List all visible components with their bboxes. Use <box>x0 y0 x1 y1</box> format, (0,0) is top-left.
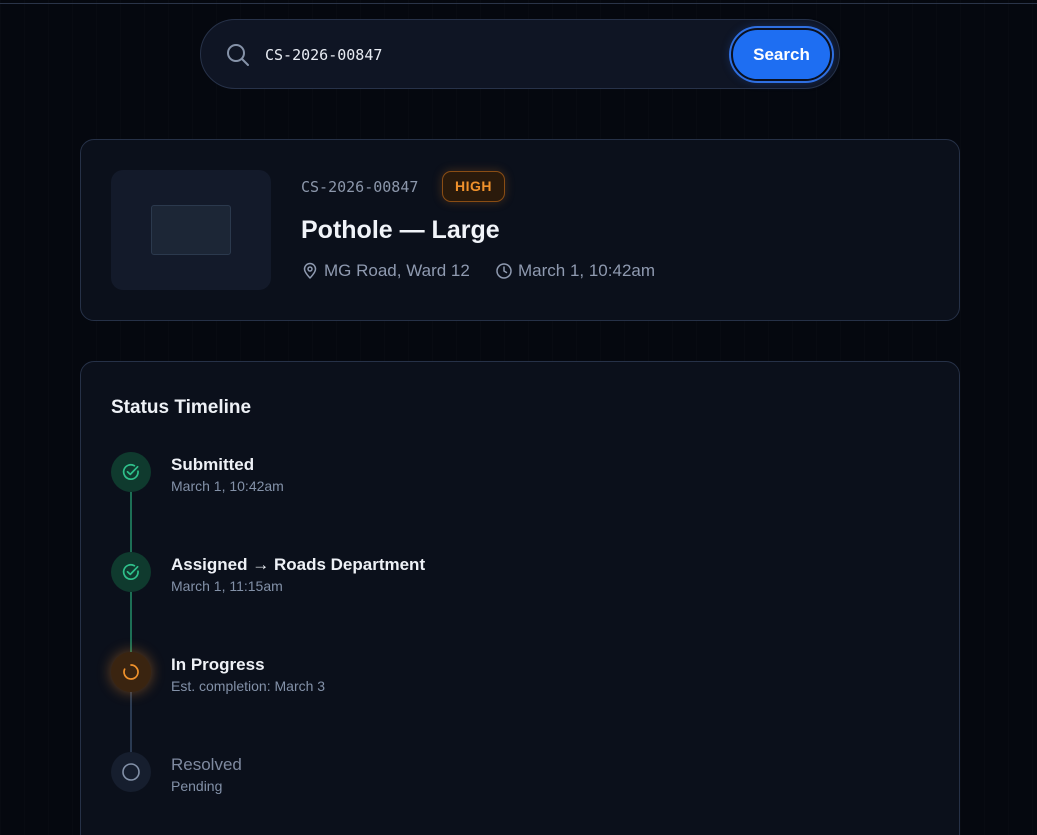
timeline-step-in-progress: In Progress Est. completion: March 3 <box>111 652 811 694</box>
search-button[interactable]: Search <box>731 28 832 81</box>
case-reported-time: March 1, 10:42am <box>495 259 655 283</box>
timeline-connector <box>130 592 132 652</box>
spinner-icon <box>123 664 139 680</box>
clock-icon <box>496 263 512 279</box>
step-detail: Est. completion: March 3 <box>171 678 326 694</box>
empty-circle-icon <box>122 763 140 781</box>
step-status-dot <box>111 452 151 492</box>
top-divider <box>0 3 1037 4</box>
step-status-dot <box>111 752 151 792</box>
priority-badge: HIGH <box>442 171 505 202</box>
timeline-connector <box>130 692 132 752</box>
step-status-dot <box>111 552 151 592</box>
search-bar: Search <box>200 19 840 89</box>
search-input[interactable] <box>265 42 705 68</box>
case-title: Pothole — Large <box>301 216 500 244</box>
step-detail: March 1, 11:15am <box>171 578 283 594</box>
case-reported-time-text: March 1, 10:42am <box>518 261 656 280</box>
map-pin-icon <box>303 262 317 279</box>
case-id: CS-2026-00847 <box>301 178 419 196</box>
step-status-dot <box>111 652 151 692</box>
step-title: Resolved <box>171 755 242 774</box>
step-title: Assigned → Roads Department <box>171 555 426 574</box>
step-detail: Pending <box>171 778 223 794</box>
search-icon <box>227 44 249 66</box>
timeline-heading: Status Timeline <box>111 397 252 418</box>
case-location: MG Road, Ward 12 <box>301 259 470 283</box>
case-photo-thumbnail[interactable] <box>111 170 271 290</box>
check-circle-icon <box>122 563 139 580</box>
case-summary-card: CS-2026-00847 HIGH Pothole — Large MG Ro… <box>80 139 960 321</box>
timeline-connector <box>130 492 132 552</box>
timeline-step-resolved: Resolved Pending <box>111 752 811 794</box>
case-location-text: MG Road, Ward 12 <box>324 261 470 280</box>
timeline-step-assigned: Assigned → Roads Department March 1, 11:… <box>111 552 811 594</box>
check-circle-icon <box>122 463 139 480</box>
step-title: Submitted <box>171 455 255 474</box>
step-detail: March 1, 10:42am <box>171 478 284 494</box>
image-placeholder-icon <box>151 205 231 255</box>
step-title: In Progress <box>171 655 265 674</box>
status-timeline-card: Status Timeline Submitted March 1, 10:42… <box>80 361 960 835</box>
timeline-step-submitted: Submitted March 1, 10:42am <box>111 452 811 494</box>
